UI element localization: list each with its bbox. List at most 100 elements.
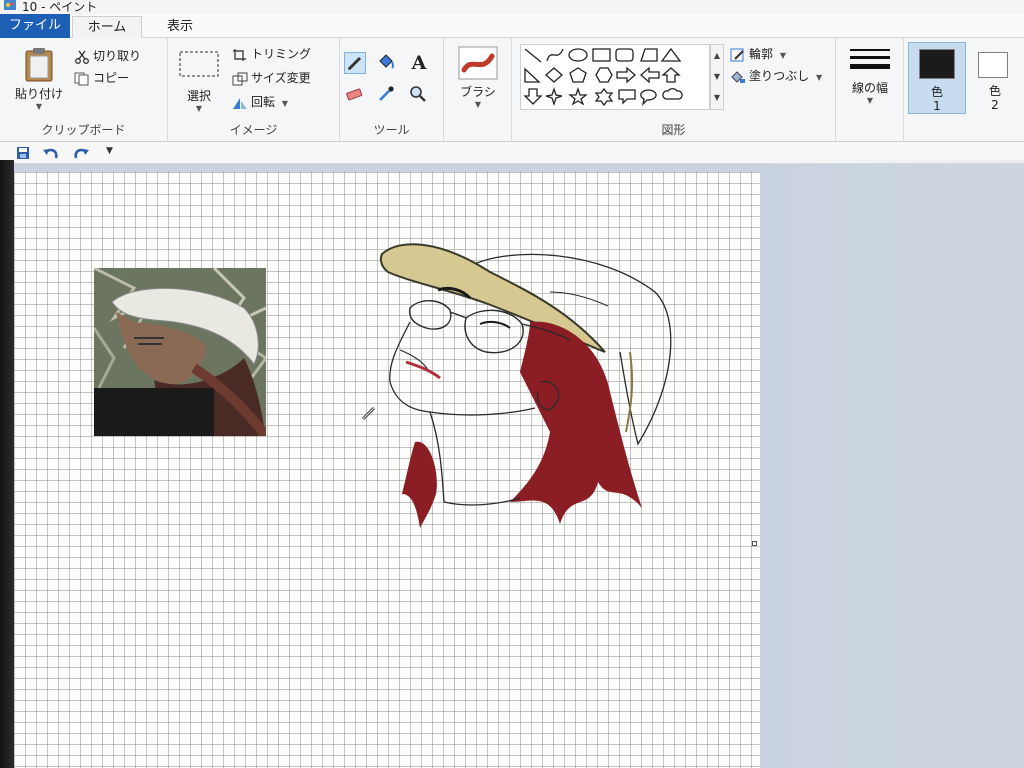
gallery-expand-icon[interactable]: ▼	[711, 87, 723, 108]
six-point-star-shape-icon	[594, 87, 614, 107]
oval-callout-shape-icon	[640, 89, 657, 106]
shapes-group-label: 図形	[661, 123, 686, 137]
image-group: 選択 ▼ トリミング サイズ変更 回転 ▼ イメージ	[168, 38, 340, 142]
save-icon[interactable]	[16, 146, 30, 160]
monitor: 10 - ペイント ファイル ホーム 表示 貼り付け ▼ 切り取り コピー クリ…	[0, 0, 1024, 768]
canvas-resize-handle[interactable]	[752, 541, 757, 546]
quick-access-toolbar: ▼	[0, 142, 1024, 164]
tools-group-label: ツール	[373, 123, 410, 137]
scissors-icon	[75, 50, 89, 64]
resize-icon	[232, 72, 248, 85]
outline-button[interactable]: 輪郭 ▼	[730, 44, 786, 64]
paste-dropdown-arrow-icon[interactable]: ▼	[8, 102, 70, 111]
right-arrow-shape-icon	[616, 66, 636, 84]
curve-shape-icon	[546, 48, 564, 62]
eraser-tool[interactable]	[344, 84, 366, 106]
stroke-width-label: 線の幅	[851, 81, 888, 95]
brush-button[interactable]: ブラシ ▼	[452, 46, 504, 118]
fill-dropdown-arrow-icon[interactable]: ▼	[816, 73, 822, 82]
reference-photo-image	[94, 268, 266, 436]
fill-button[interactable]: 塗りつぶし ▼	[730, 66, 822, 86]
paste-label: 貼り付け	[14, 87, 63, 101]
rotate-label: 回転	[251, 95, 276, 109]
colors-group: 色 1 色 2	[904, 38, 1024, 142]
fill-bucket-icon	[731, 70, 745, 83]
tab-home[interactable]: ホーム	[72, 16, 142, 38]
undo-icon[interactable]	[42, 146, 60, 160]
crop-label: トリミング	[251, 47, 312, 61]
shapes-grid	[523, 47, 683, 107]
rect-callout-shape-icon	[618, 89, 636, 105]
rectangle-shape-icon	[592, 48, 611, 62]
eyedropper-icon	[379, 86, 394, 101]
gallery-scroll-down-icon[interactable]: ▼	[711, 66, 723, 87]
magnifier-icon	[410, 86, 426, 102]
brush-dropdown-arrow-icon[interactable]: ▼	[452, 100, 504, 109]
ribbon: 貼り付け ▼ 切り取り コピー クリップボード 選択 ▼ トリミング サイズ変更…	[0, 38, 1024, 142]
polygon-shape-icon	[640, 48, 658, 62]
down-arrow-shape-icon	[523, 88, 543, 105]
color-picker-tool[interactable]	[376, 84, 398, 106]
pencil-cursor-icon	[361, 406, 376, 421]
window-title: 10 - ペイント	[22, 0, 98, 14]
color1-label: 色	[930, 85, 943, 99]
redo-icon[interactable]	[72, 146, 90, 160]
stroke-width-button[interactable]: 線の幅 ▼	[842, 46, 898, 122]
four-point-star-shape-icon	[545, 86, 563, 107]
shapes-gallery-scroll[interactable]: ▲ ▼ ▼	[710, 44, 724, 110]
select-button[interactable]: 選択 ▼	[174, 48, 224, 118]
right-triangle-shape-icon	[524, 67, 541, 83]
title-bar: 10 - ペイント	[0, 0, 1024, 14]
customize-qat-icon[interactable]: ▼	[106, 146, 113, 156]
pencil-tool[interactable]	[344, 52, 366, 74]
line-shape-icon	[524, 48, 542, 63]
text-a-icon: A	[411, 52, 427, 74]
text-tool[interactable]: A	[408, 52, 430, 74]
fill-label: 塗りつぶし	[749, 69, 810, 83]
stroke-dropdown-arrow-icon[interactable]: ▼	[842, 96, 898, 105]
monitor-bezel	[0, 160, 14, 768]
brush-label: ブラシ	[460, 85, 496, 99]
tools-group: A ツール	[340, 38, 444, 142]
color1-button[interactable]: 色 1	[908, 42, 966, 114]
clipboard-group-label: クリップボード	[41, 123, 126, 137]
magnifier-tool[interactable]	[408, 84, 430, 106]
resize-label: サイズ変更	[251, 71, 311, 85]
tab-file[interactable]: ファイル	[0, 14, 70, 38]
resize-button[interactable]: サイズ変更	[232, 68, 311, 88]
crop-button[interactable]: トリミング	[232, 44, 311, 64]
reference-photo	[94, 268, 266, 436]
cloud-callout-shape-icon	[662, 88, 683, 100]
outline-dropdown-arrow-icon[interactable]: ▼	[780, 51, 786, 60]
stroke-width-group: 線の幅 ▼	[836, 38, 904, 142]
gallery-scroll-up-icon[interactable]: ▲	[711, 45, 723, 66]
copy-button[interactable]: コピー	[74, 68, 129, 88]
copy-label: コピー	[93, 71, 130, 85]
clipboard-icon	[25, 48, 53, 82]
paint-bucket-icon	[379, 54, 394, 69]
brush-icon	[458, 46, 498, 80]
color1-number: 1	[933, 99, 941, 113]
cut-button[interactable]: 切り取り	[74, 46, 141, 66]
triangle-shape-icon	[660, 47, 682, 62]
select-label: 選択	[186, 89, 211, 103]
paint-window: 10 - ペイント ファイル ホーム 表示 貼り付け ▼ 切り取り コピー クリ…	[0, 0, 1024, 768]
tab-view[interactable]: 表示	[150, 16, 210, 38]
select-dropdown-arrow-icon[interactable]: ▼	[174, 104, 224, 113]
fill-tool[interactable]	[376, 52, 398, 74]
paste-button[interactable]: 貼り付け ▼	[8, 46, 70, 118]
up-arrow-shape-icon	[661, 67, 681, 83]
shapes-gallery	[520, 44, 710, 110]
eraser-icon	[346, 88, 363, 101]
brush-group: ブラシ ▼	[444, 38, 512, 142]
select-rectangle-icon	[179, 51, 219, 77]
clipboard-group: 貼り付け ▼ 切り取り コピー クリップボード	[0, 38, 168, 142]
stroke-width-icon	[850, 49, 890, 69]
five-point-star-shape-icon	[568, 86, 588, 106]
rotate-dropdown-arrow-icon[interactable]: ▼	[282, 99, 288, 108]
rotate-button[interactable]: 回転 ▼	[232, 92, 288, 112]
rounded-rectangle-shape-icon	[615, 48, 634, 62]
shapes-group: ▲ ▼ ▼ 輪郭 ▼ 塗りつぶし ▼ 図形	[512, 38, 836, 142]
color2-button[interactable]: 色 2	[970, 42, 1020, 114]
pentagon-shape-icon	[569, 67, 587, 83]
